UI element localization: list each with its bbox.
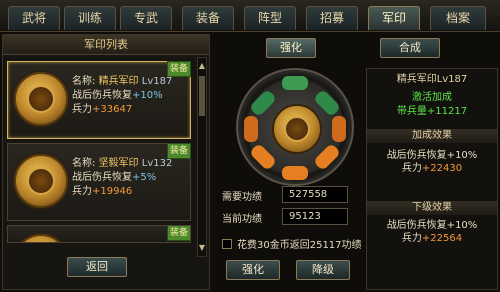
tab-formation[interactable]: 阵型 [244, 6, 296, 30]
scroll-down-icon[interactable]: ▼ [198, 242, 206, 254]
top-tab-bar: 武将 训练 专武 装备 阵型 招募 军印 档案 [0, 0, 500, 32]
seal-info-title: 精兵军印Lv187 [396, 74, 468, 85]
seal-large-icon [236, 68, 354, 186]
gold-return-checkbox[interactable] [222, 239, 232, 249]
tab-equipment[interactable]: 装备 [182, 6, 234, 30]
equipped-badge: 装备 [167, 226, 190, 241]
card-troops: +33647 [92, 104, 133, 115]
required-merit-value: 527558 [282, 186, 348, 203]
seal-card-3[interactable]: 装备 [7, 225, 191, 243]
seal-medal-icon [14, 154, 68, 208]
bonus-troops-label: 兵力 [401, 163, 422, 174]
next-troops-line: 兵力+22564 [367, 232, 497, 245]
combine-tab-button[interactable]: 合成 [380, 38, 440, 58]
gold-return-option[interactable]: 花费30金币返回25117功绩 [222, 236, 362, 251]
seal-card-2[interactable]: 装备 名称: 坚毅军印 Lv132 战后伤兵恢复+5% 兵力+19946 [7, 143, 191, 221]
scroll-up-icon[interactable]: ▲ [198, 60, 206, 72]
required-merit-row: 需要功绩 527558 [222, 186, 352, 204]
current-merit-row: 当前功绩 95123 [222, 208, 352, 226]
seal-medal-icon [14, 234, 68, 242]
tab-recruit[interactable]: 招募 [306, 6, 358, 30]
tab-training[interactable]: 训练 [64, 6, 116, 30]
tab-archive[interactable]: 档案 [430, 6, 486, 30]
card-troops: +19946 [92, 186, 133, 197]
tab-seal[interactable]: 军印 [368, 6, 420, 30]
card-troops-label: 兵力 [72, 104, 92, 115]
scroll-thumb[interactable] [199, 76, 205, 116]
next-troops-label: 兵力 [401, 233, 422, 244]
bonus-effect-header: 加成效果 [367, 129, 497, 143]
seal-card-1[interactable]: 装备 名称: 精兵军印 Lv187 战后伤兵恢复+10% 兵力+33647 [7, 61, 191, 139]
gold-return-label: 花费30金币返回25117功绩 [237, 240, 362, 251]
back-button[interactable]: 返回 [67, 257, 127, 277]
strengthen-button[interactable]: 强化 [226, 260, 280, 280]
seal-list-panel: 军印列表 装备 名称: 精兵军印 Lv187 战后伤兵恢复+10% 兵力+336… [2, 34, 210, 290]
bonus-troops-value: +22430 [421, 163, 463, 174]
next-level-header: 下级效果 [367, 201, 497, 215]
current-merit-value: 95123 [282, 208, 348, 225]
next-level-effect: 战后伤兵恢复+10% [386, 220, 478, 231]
seal-medal-icon [14, 72, 68, 126]
seal-detail-panel: 强化 合成 需要功绩 527558 当前功绩 95123 花费30金币返回251… [212, 34, 440, 290]
card-effect-plus: +10% [132, 90, 163, 101]
strengthen-tab-button[interactable]: 强化 [266, 38, 316, 58]
seal-info-panel: 精兵军印Lv187 激活加成 带兵量+11217 加成效果 战后伤兵恢复+10%… [366, 68, 498, 290]
current-merit-label: 当前功绩 [222, 214, 262, 225]
bonus-troops-line: 兵力+22430 [367, 162, 497, 175]
list-scrollbar[interactable]: ▲ ▼ [197, 57, 207, 257]
card-troops-label: 兵力 [72, 186, 92, 197]
bonus-effect-text: 战后伤兵恢复+10% [386, 150, 478, 161]
active-bonus-title: 激活加成 [412, 92, 452, 103]
next-troops-value: +22564 [421, 233, 463, 244]
tab-weapon[interactable]: 专武 [120, 6, 172, 30]
card-effect-plus: +5% [132, 172, 157, 183]
seal-list-title: 军印列表 [3, 35, 209, 55]
tab-generals[interactable]: 武将 [8, 6, 60, 30]
active-bonus-value: 带兵量+11217 [396, 106, 468, 117]
required-merit-label: 需要功绩 [222, 192, 262, 203]
downgrade-button[interactable]: 降级 [296, 260, 350, 280]
